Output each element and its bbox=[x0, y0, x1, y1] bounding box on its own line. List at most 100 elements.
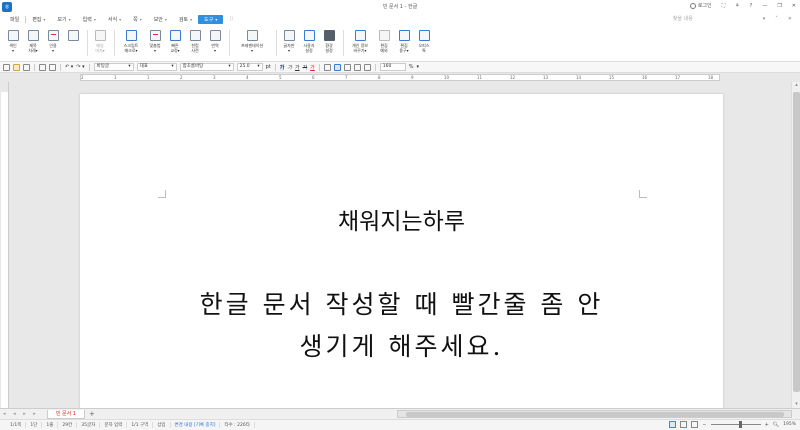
find-dropdown-icon[interactable]: ▾ bbox=[763, 16, 766, 22]
line-spacing-input[interactable]: 160 bbox=[379, 63, 406, 71]
chevron-down-icon[interactable]: ▾ bbox=[417, 64, 420, 70]
italic-button[interactable]: 가 bbox=[287, 64, 292, 71]
help-icon[interactable]: ? bbox=[750, 3, 753, 9]
skin-icon[interactable]: ⚘ bbox=[735, 3, 739, 9]
document-body-text[interactable]: 한글 문서 작성할 때 빨간줄 좀 안 생기게 해주세요. bbox=[80, 284, 723, 368]
menu-view[interactable]: 보기 ▾ bbox=[51, 15, 76, 24]
translate-button[interactable]: 번역 ▾ bbox=[206, 30, 224, 53]
edit-tool-button[interactable]: 편집 용구▾ bbox=[395, 30, 413, 53]
menu-format[interactable]: 서식 ▾ bbox=[102, 15, 127, 24]
scroll-down-icon[interactable]: ▾ bbox=[793, 401, 800, 408]
status-item[interactable]: 문자 입력 bbox=[100, 422, 128, 428]
line-spacing-unit[interactable]: % bbox=[409, 64, 414, 70]
zoom-out-icon[interactable]: − bbox=[702, 422, 706, 428]
redo-button[interactable]: ↷ ▾ bbox=[76, 64, 84, 70]
menu-edit[interactable]: 편집 ▾ bbox=[26, 15, 51, 24]
fullscreen-icon[interactable]: ⛶ bbox=[722, 3, 726, 9]
ribbon-label: 한컴 사전 bbox=[191, 43, 199, 53]
align-center-icon[interactable] bbox=[343, 63, 351, 71]
save-icon[interactable] bbox=[23, 63, 30, 71]
menu-format-label: 서식 bbox=[107, 16, 118, 23]
body-line[interactable]: 생기게 해주세요. bbox=[80, 326, 723, 368]
page-view-icon[interactable] bbox=[669, 421, 677, 428]
menu-page-label: 쪽 bbox=[133, 16, 138, 23]
index-button[interactable]: 색인 ▾ bbox=[4, 30, 22, 53]
preview-icon[interactable] bbox=[49, 63, 56, 71]
office-button[interactable]: 오피스 톡 bbox=[415, 30, 433, 53]
status-item[interactable]: 변경 내용 [기록 중지] bbox=[171, 422, 221, 428]
align-right-icon[interactable] bbox=[353, 63, 361, 71]
language-select[interactable]: 대표 ▾ bbox=[136, 63, 177, 71]
bold-button[interactable]: 가 bbox=[279, 63, 285, 71]
user-settings-button[interactable]: 사용자 설정 bbox=[300, 30, 318, 53]
formula-button[interactable]: 글자판 ▾ bbox=[280, 30, 298, 53]
zoom-level[interactable]: 195% bbox=[783, 422, 796, 427]
presentation-button[interactable]: 프레젠테이션 ▾ bbox=[233, 30, 271, 53]
env-settings-button[interactable]: 환경 설정 bbox=[320, 30, 338, 53]
font-color-button[interactable]: 가 bbox=[310, 64, 315, 71]
zoom-slider[interactable] bbox=[710, 421, 761, 428]
crop-mark-top-right bbox=[639, 190, 647, 198]
quick-correct-button[interactable]: 빠른 교정▾ bbox=[166, 30, 184, 53]
menu-tools[interactable]: 도구 ▾ bbox=[198, 14, 224, 24]
document-page[interactable]: 채워지는하루 한글 문서 작성할 때 빨간줄 좀 안 생기게 해주세요. bbox=[80, 94, 723, 408]
scroll-thumb[interactable] bbox=[793, 92, 800, 392]
align-distribute-icon[interactable] bbox=[363, 63, 371, 71]
tab-nav-arrows[interactable]: ◂ ◂ ▸ ▸ bbox=[3, 411, 39, 417]
underline-button[interactable]: 가 bbox=[295, 64, 300, 71]
two-page-view-icon[interactable] bbox=[691, 421, 699, 428]
maximize-icon[interactable]: ❐ bbox=[777, 3, 781, 9]
edit-window-button[interactable]: 편집 예외 bbox=[375, 30, 393, 53]
add-tab-button[interactable]: + bbox=[89, 410, 95, 418]
web-view-icon[interactable] bbox=[680, 421, 688, 428]
find-input[interactable]: 찾을 내용 bbox=[673, 15, 753, 22]
horizontal-scrollbar[interactable] bbox=[397, 410, 792, 418]
font-select[interactable]: 함초롬바탕 ▾ bbox=[179, 63, 234, 71]
menu-review[interactable]: 검토 ▾ bbox=[173, 15, 198, 24]
script-macro-button[interactable]: 스크립트 매크로▾ bbox=[118, 30, 144, 53]
ruler-scale[interactable]: 2 1 1 2 3 4 5 6 7 8 9 10 11 12 13 14 15 16 17 18 bbox=[80, 74, 720, 81]
status-item[interactable]: 1/1 구역 bbox=[127, 422, 154, 428]
collapse-ribbon-icon[interactable]: ˄ bbox=[775, 16, 778, 22]
toc-button[interactable]: 제목 차례▾ bbox=[24, 30, 42, 53]
undo-button[interactable]: ↶ ▾ bbox=[65, 64, 73, 70]
minimize-icon[interactable]: — bbox=[762, 3, 767, 9]
strikethrough-button[interactable]: 가 bbox=[303, 64, 308, 71]
personal-info-button[interactable]: 개인 정보 바꾸기▾ bbox=[347, 30, 373, 53]
align-justify-icon[interactable] bbox=[323, 63, 331, 71]
document-title-text[interactable]: 채워지는하루 bbox=[80, 202, 723, 236]
chevron-down-icon: ▾ bbox=[215, 16, 218, 22]
close-doc-icon[interactable]: ✕ bbox=[788, 16, 792, 22]
bind-button[interactable]: 인용 ▾ bbox=[44, 30, 62, 53]
close-icon[interactable]: ✕ bbox=[792, 3, 796, 9]
zoom-in-icon[interactable]: + bbox=[765, 422, 769, 428]
font-size-input[interactable]: 25.0 ▾ bbox=[236, 63, 263, 71]
bookmark-button[interactable] bbox=[64, 30, 82, 43]
status-item[interactable]: 타수 : 226타 bbox=[220, 422, 255, 428]
zoom-slider-knob[interactable] bbox=[738, 421, 742, 428]
tab-document-1[interactable]: 빈 문서 1 bbox=[46, 409, 85, 419]
spell-check-button[interactable]: 맞춤법 ▾ bbox=[146, 30, 164, 53]
login-button[interactable]: 로그인 bbox=[689, 2, 712, 9]
open-folder-icon[interactable] bbox=[13, 63, 20, 71]
align-left-icon[interactable] bbox=[333, 63, 341, 71]
zoom-magnifier-icon[interactable]: 🔍︎ bbox=[773, 422, 779, 428]
new-doc-icon[interactable] bbox=[3, 63, 10, 71]
ruler-number: 12 bbox=[510, 75, 516, 80]
dictionary-button[interactable]: 한컴 사전 bbox=[186, 30, 204, 53]
body-line[interactable]: 한글 문서 작성할 때 빨간줄 좀 안 bbox=[80, 284, 723, 326]
mail-merge-button[interactable]: 메일 머지▾ bbox=[91, 30, 109, 53]
menu-security[interactable]: 보안 ▾ bbox=[148, 15, 173, 24]
menu-file[interactable]: 파일 bbox=[4, 15, 25, 24]
size-unit[interactable]: pt bbox=[266, 64, 271, 70]
vertical-scrollbar[interactable]: ▴ ▾ bbox=[791, 82, 800, 408]
menu-page[interactable]: 쪽 ▾ bbox=[127, 15, 148, 24]
ribbon-options-icon[interactable]: ⟨⟩ bbox=[223, 15, 239, 23]
style-select[interactable]: 바탕글 ▾ bbox=[93, 63, 134, 71]
print-icon[interactable] bbox=[39, 63, 46, 71]
horizontal-scroll-thumb[interactable] bbox=[406, 412, 784, 417]
menu-insert[interactable]: 입력 ▾ bbox=[77, 15, 102, 24]
scroll-up-icon[interactable]: ▴ bbox=[793, 82, 800, 89]
status-item[interactable]: 삽입 bbox=[153, 422, 171, 428]
vertical-ruler-scale[interactable] bbox=[1, 92, 8, 408]
